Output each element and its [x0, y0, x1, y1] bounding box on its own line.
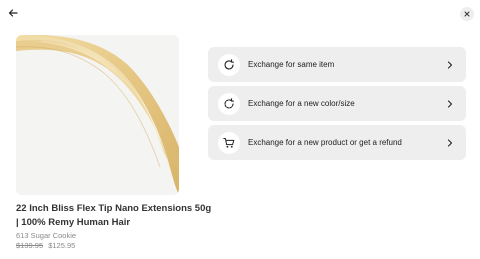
chevron-right-icon — [446, 138, 454, 147]
sale-price: $125.95 — [48, 241, 76, 250]
close-button[interactable] — [460, 7, 474, 21]
product-variant: 613 Sugar Cookie — [16, 231, 77, 240]
original-price: $139.95 — [16, 241, 44, 250]
refresh-icon — [218, 53, 240, 76]
arrow-left-icon — [8, 9, 18, 17]
product-title: 22 Inch Bliss Flex Tip Nano Extensions 5… — [16, 203, 212, 228]
hair-extension-image — [16, 35, 179, 195]
option-exchange-same-item[interactable]: Exchange for same item — [208, 47, 466, 82]
option-label: Exchange for a new product or get a refu… — [248, 138, 402, 147]
option-exchange-new-product-or-refund[interactable]: Exchange for a new product or get a refu… — [208, 125, 466, 160]
exchange-options: Exchange for same item Exchange for a ne… — [208, 47, 466, 164]
refresh-dashed-icon — [218, 92, 240, 115]
chevron-right-icon — [446, 99, 454, 108]
chevron-right-icon — [446, 60, 454, 69]
shopping-cart-icon — [218, 131, 240, 154]
product-info: 22 Inch Bliss Flex Tip Nano Extensions 5… — [16, 202, 216, 251]
close-icon — [464, 11, 470, 17]
price-row: $139.95 $125.95 — [16, 241, 216, 251]
option-label: Exchange for a new color/size — [248, 99, 355, 108]
option-exchange-new-color-size[interactable]: Exchange for a new color/size — [208, 86, 466, 121]
product-image — [16, 35, 179, 195]
option-label: Exchange for same item — [248, 60, 335, 69]
back-button[interactable] — [6, 6, 20, 20]
